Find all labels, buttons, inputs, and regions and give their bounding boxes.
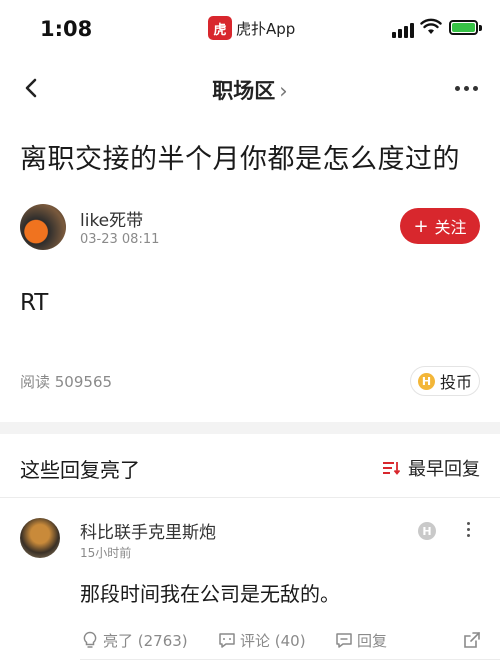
battery-icon xyxy=(449,20,478,35)
share-icon xyxy=(464,632,480,648)
author-avatar[interactable] xyxy=(20,204,66,250)
plus-icon: + xyxy=(413,215,429,237)
reply-more-icon[interactable] xyxy=(467,522,470,537)
board-title-text: 职场区 xyxy=(212,79,276,103)
follow-label: 关注 xyxy=(434,218,467,237)
reply-item: 科比联手克里斯炮 15小时前 H 那段时间我在公司是无敌的。 亮了 (2763)… xyxy=(0,500,500,672)
status-time: 1:08 xyxy=(40,17,93,41)
reply-author-name[interactable]: 科比联手克里斯炮 xyxy=(80,518,216,543)
post-title: 离职交接的半个月你都是怎么度过的 xyxy=(20,144,460,175)
comment-label: 评论 (40) xyxy=(240,631,306,650)
coin-icon: H xyxy=(417,372,435,390)
board-title[interactable]: 职场区 › xyxy=(0,75,500,105)
author-name[interactable]: like死带 xyxy=(80,206,143,231)
chevron-right-icon: › xyxy=(279,79,288,103)
reply-label: 回复 xyxy=(357,631,388,650)
follow-button[interactable]: + 关注 xyxy=(400,208,480,244)
wifi-icon xyxy=(420,18,442,34)
top-nav: 职场区 › xyxy=(0,60,500,116)
lightbulb-icon xyxy=(83,631,97,648)
reply-button[interactable]: 回复 xyxy=(334,630,454,651)
author-row: like死带 03-23 08:11 + 关注 xyxy=(20,204,480,252)
reply-actions: 亮了 (2763) 评论 (40) 回复 xyxy=(80,628,485,652)
light-up-button[interactable]: 亮了 (2763) xyxy=(80,630,217,651)
reply-time: 15小时前 xyxy=(80,546,132,560)
reply-text: 那段时间我在公司是无敌的。 xyxy=(80,582,340,606)
section-divider xyxy=(0,422,500,434)
battery-tip xyxy=(479,25,482,31)
more-menu-icon[interactable] xyxy=(455,86,478,91)
read-row: 阅读 509565 H 投币 xyxy=(20,366,480,396)
status-bar: 1:08 虎 虎扑App xyxy=(0,0,500,58)
replies-header: 这些回复亮了 最早回复 xyxy=(0,434,500,498)
cellular-signal-icon xyxy=(392,22,414,38)
user-badge-icon: H xyxy=(418,522,436,540)
sort-label: 最早回复 xyxy=(408,459,480,480)
post-time: 03-23 08:11 xyxy=(80,232,160,247)
comment-button[interactable]: 评论 (40) xyxy=(217,630,334,651)
reply-icon xyxy=(336,633,352,648)
highlighted-replies-title: 这些回复亮了 xyxy=(20,458,140,482)
reply-divider xyxy=(80,659,500,660)
app-name: 虎扑App xyxy=(236,19,296,38)
sort-icon xyxy=(383,462,400,475)
battery-level xyxy=(452,23,475,32)
app-badge: 虎 虎扑App xyxy=(208,15,295,41)
reply-avatar[interactable] xyxy=(20,518,60,558)
sort-button[interactable]: 最早回复 xyxy=(382,455,480,481)
coin-label: 投币 xyxy=(439,373,472,392)
share-button[interactable] xyxy=(462,630,485,650)
post-body: RT xyxy=(20,290,49,316)
light-up-label: 亮了 (2763) xyxy=(103,631,188,650)
comment-icon xyxy=(219,633,235,648)
hupu-logo-icon: 虎 xyxy=(208,16,232,40)
read-count: 阅读 509565 xyxy=(20,373,113,391)
coin-button[interactable]: H 投币 xyxy=(410,366,480,396)
